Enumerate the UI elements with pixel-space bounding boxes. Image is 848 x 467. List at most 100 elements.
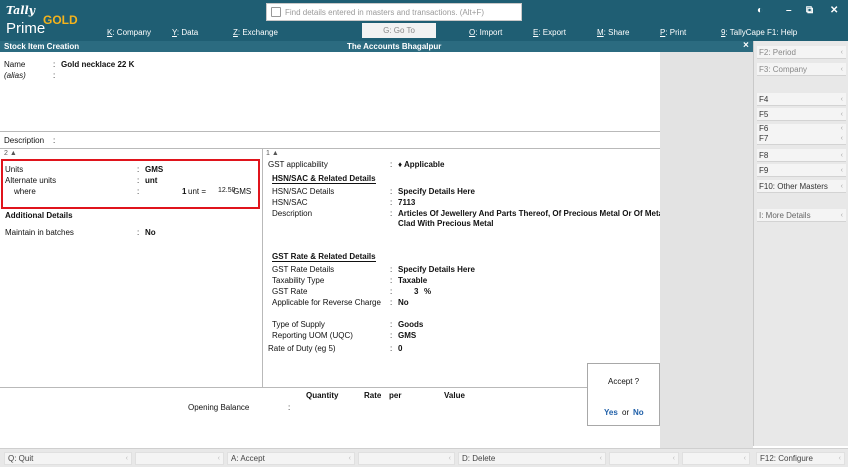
hsn-details-field[interactable]: Specify Details Here: [398, 187, 475, 196]
logo-prime: Prime: [6, 20, 46, 37]
theme-icon[interactable]: ◐: [757, 5, 763, 16]
rate-of-duty-field[interactable]: 0: [398, 344, 402, 353]
accept-or-text: or: [622, 408, 630, 417]
hsn-details-colon: :: [390, 187, 393, 196]
minimize-icon[interactable]: –: [786, 5, 792, 16]
stock-item-form: Name : Gold necklace 22 K (alias) : Desc…: [0, 52, 665, 426]
ob-value-header: Value: [444, 391, 465, 400]
name-colon: :: [53, 60, 56, 69]
reverse-charge-field[interactable]: No: [398, 298, 409, 307]
f9-button[interactable]: F9 ‹: [757, 164, 846, 177]
taxability-label: Taxability Type: [272, 276, 325, 285]
supply-type-label: Type of Supply: [272, 320, 325, 329]
bottom-button-bar: Q: Quit ‹ ‹ A: Accept ‹ ‹ D: Delete ‹ ‹ ‹ F…: [0, 448, 848, 467]
hsn-field[interactable]: 7113: [398, 198, 415, 207]
menu-print[interactable]: P: Print: [660, 28, 686, 37]
maintain-batches-label: Maintain in batches: [5, 228, 74, 237]
close-window-icon[interactable]: ✕: [830, 5, 838, 16]
gst-rate-field[interactable]: 3: [414, 287, 418, 296]
search-icon: [271, 7, 281, 17]
blank-button-3[interactable]: ‹: [609, 452, 679, 465]
ob-quantity-header: Quantity: [306, 391, 339, 400]
maintain-batches-colon: :: [137, 228, 140, 237]
name-label: Name: [4, 60, 26, 69]
description-colon: :: [53, 136, 56, 145]
gst-rate-details-label: GST Rate Details: [272, 265, 335, 274]
menu-export[interactable]: E: Export: [533, 28, 566, 37]
blank-button-1[interactable]: ‹: [135, 452, 224, 465]
accept-button[interactable]: A: Accept ‹: [227, 452, 355, 465]
right-section-number: 1 ▲: [266, 150, 279, 157]
menu-tallycape[interactable]: 9: TallyCape: [721, 28, 765, 37]
hsn-details-label: HSN/SAC Details: [272, 187, 335, 196]
supply-type-colon: :: [390, 320, 393, 329]
hsn-description-line2[interactable]: Clad With Precious Metal: [398, 219, 494, 228]
close-screen-icon[interactable]: ×: [743, 40, 749, 51]
configure-button[interactable]: F12: Configure ‹: [756, 452, 845, 465]
units-highlight-box: [1, 159, 260, 209]
hsn-description-line1[interactable]: Articles Of Jewellery And Parts Thereof,…: [398, 209, 665, 218]
more-details-button[interactable]: I: More Details ‹: [757, 209, 846, 222]
gst-rate-unit: %: [424, 287, 432, 296]
blank-button-4[interactable]: ‹: [682, 452, 750, 465]
ob-rate-header: Rate: [364, 391, 382, 400]
gst-rate-colon: :: [390, 287, 393, 296]
menu-import[interactable]: O: Import: [469, 28, 502, 37]
accept-no-button[interactable]: No: [633, 408, 644, 417]
gst-rate-details-field[interactable]: Specify Details Here: [398, 265, 475, 274]
f5-button[interactable]: F5 ‹: [757, 108, 846, 121]
reverse-charge-label: Applicable for Reverse Charge: [272, 298, 381, 307]
divider: [0, 131, 660, 132]
title-bar: Stock Item Creation The Accounts Bhagalp…: [0, 40, 753, 52]
menu-share[interactable]: M: Share: [597, 28, 629, 37]
alias-colon: :: [53, 71, 56, 80]
gst-rate-label: GST Rate: [272, 287, 308, 296]
restore-icon[interactable]: ⧉: [806, 5, 813, 16]
gst-rate-heading: GST Rate & Related Details: [272, 252, 376, 262]
gst-applicability-field[interactable]: ♦ Applicable: [398, 160, 444, 169]
alias-label: (alias): [4, 71, 26, 80]
search-input[interactable]: Find details entered in masters and tran…: [266, 3, 522, 21]
additional-details-heading: Additional Details: [5, 211, 73, 220]
divider: [0, 148, 660, 149]
hsn-description-colon: :: [390, 209, 393, 218]
supply-type-field[interactable]: Goods: [398, 320, 423, 329]
company-button[interactable]: F3: Company ‹: [757, 63, 846, 76]
rate-of-duty-label: Rate of Duty (eg 5): [268, 344, 336, 353]
taxability-field[interactable]: Taxable: [398, 276, 427, 285]
hsn-label: HSN/SAC: [272, 198, 308, 207]
blank-button-2[interactable]: ‹: [358, 452, 455, 465]
quit-button[interactable]: Q: Quit ‹: [4, 452, 132, 465]
menu-company[interactable]: K: Company: [107, 28, 151, 37]
period-button[interactable]: F2: Period ‹: [757, 46, 846, 59]
delete-button[interactable]: D: Delete ‹: [458, 452, 606, 465]
f8-button[interactable]: F8 ‹: [757, 149, 846, 162]
accept-yes-button[interactable]: Yes: [604, 408, 618, 417]
hsn-heading: HSN/SAC & Related Details: [272, 174, 376, 184]
right-button-panel: F2: Period ‹ F3: Company ‹ F4 ‹ F5 ‹ F6 ‹ F7 ‹…: [753, 41, 848, 446]
f7-button[interactable]: F7 ‹: [757, 134, 846, 145]
gst-rate-details-colon: :: [390, 265, 393, 274]
go-to-button[interactable]: G: Go To: [362, 23, 436, 38]
menu-exchange[interactable]: Z: Exchange: [233, 28, 278, 37]
logo-tally: Tally: [6, 4, 36, 17]
ob-per-header: per: [389, 391, 402, 400]
uqc-field[interactable]: GMS: [398, 331, 416, 340]
uqc-colon: :: [390, 331, 393, 340]
search-placeholder: Find details entered in masters and tran…: [285, 8, 484, 17]
description-label: Description: [4, 136, 45, 145]
logo-gold: GOLD: [43, 13, 78, 27]
other-masters-button[interactable]: F10: Other Masters ‹: [757, 180, 846, 193]
hsn-description-label: Description: [272, 209, 313, 218]
menu-help[interactable]: F1: Help: [767, 28, 797, 37]
menu-data[interactable]: Y: Data: [172, 28, 198, 37]
divider: [0, 387, 660, 388]
gst-applicability-colon: :: [390, 160, 393, 169]
form-gutter: [660, 52, 753, 448]
taxability-colon: :: [390, 276, 393, 285]
f6-button[interactable]: F6 ‹: [757, 124, 846, 134]
f4-button[interactable]: F4 ‹: [757, 93, 846, 106]
name-field[interactable]: Gold necklace 22 K: [61, 60, 134, 69]
maintain-batches-field[interactable]: No: [145, 228, 156, 237]
uqc-label: Reporting UOM (UQC): [272, 331, 353, 340]
